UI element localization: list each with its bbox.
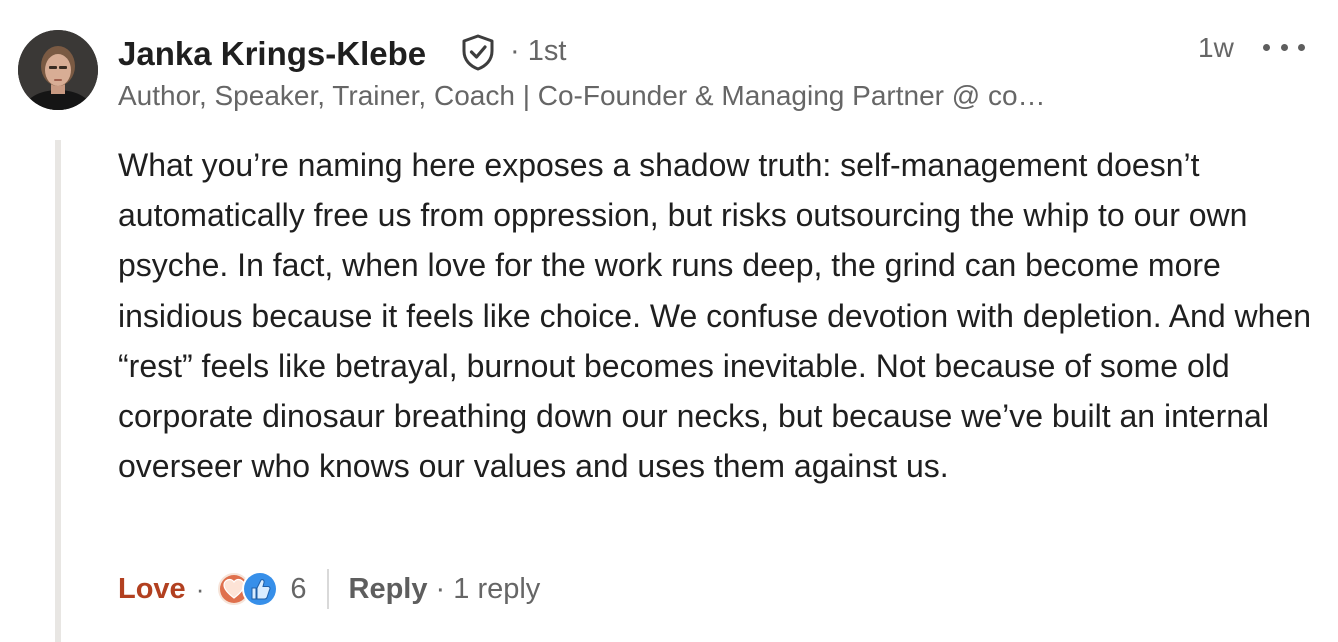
author-headline: Author, Speaker, Trainer, Coach | Co-Fou…: [118, 80, 1046, 111]
ellipsis-icon: [1298, 43, 1305, 51]
comment-actions: Love · 6 Reply · 1 reply: [118, 566, 540, 612]
reaction-count[interactable]: 6: [290, 573, 306, 606]
connection-degree: · 1st: [510, 35, 567, 67]
verified-shield-icon[interactable]: [459, 33, 497, 71]
action-divider: [326, 569, 329, 609]
separator-dot: ·: [195, 573, 205, 604]
comment-text: What you’re naming here exposes a shadow…: [118, 147, 1312, 485]
like-thumb-icon: [242, 571, 279, 607]
reply-count[interactable]: · 1 reply: [427, 572, 541, 606]
reactions-stack: [216, 571, 279, 607]
ellipsis-icon: [1263, 43, 1270, 51]
ellipsis-icon: [1280, 43, 1288, 51]
author-avatar[interactable]: [18, 30, 98, 110]
reaction-icons[interactable]: [216, 569, 280, 609]
more-options-button[interactable]: [1263, 32, 1305, 62]
reply-count-text: · 1 reply: [435, 572, 541, 605]
reply-button[interactable]: Reply: [349, 573, 428, 606]
comment-timestamp: 1w: [1198, 32, 1234, 63]
author-name[interactable]: Janka Krings-Klebe: [118, 32, 426, 76]
love-reaction-button[interactable]: Love: [118, 573, 186, 606]
person-portrait-icon: [18, 30, 98, 110]
thread-line: [55, 140, 61, 642]
